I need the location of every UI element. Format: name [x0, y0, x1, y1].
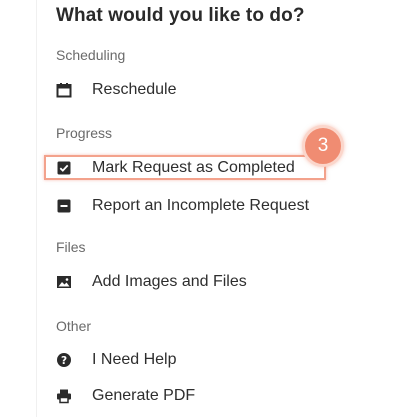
panel-title: What would you like to do?	[56, 5, 305, 26]
printer-icon	[56, 388, 72, 404]
step-number-badge: 3	[302, 125, 344, 167]
minus-square-icon	[56, 198, 72, 214]
need-help-item[interactable]: ? I Need Help	[50, 346, 326, 374]
add-images-files-item[interactable]: Add Images and Files	[50, 268, 326, 296]
report-incomplete-label: Report an Incomplete Request	[92, 197, 310, 214]
calendar-icon	[56, 82, 72, 98]
section-label-scheduling: Scheduling	[56, 47, 126, 63]
reschedule-label: Reschedule	[92, 81, 177, 98]
section-label-files: Files	[56, 239, 86, 255]
reschedule-item[interactable]: Reschedule	[50, 76, 326, 104]
section-label-other: Other	[56, 318, 92, 334]
report-incomplete-item[interactable]: Report an Incomplete Request	[50, 192, 326, 220]
add-images-files-label: Add Images and Files	[92, 273, 247, 290]
svg-text:?: ?	[61, 355, 67, 367]
help-circle-icon: ?	[56, 352, 72, 368]
section-label-progress: Progress	[56, 125, 113, 141]
generate-pdf-label: Generate PDF	[92, 387, 196, 404]
need-help-label: I Need Help	[92, 351, 177, 368]
image-icon	[56, 274, 72, 290]
step-highlight-box	[44, 155, 326, 180]
generate-pdf-item[interactable]: Generate PDF	[50, 382, 326, 410]
